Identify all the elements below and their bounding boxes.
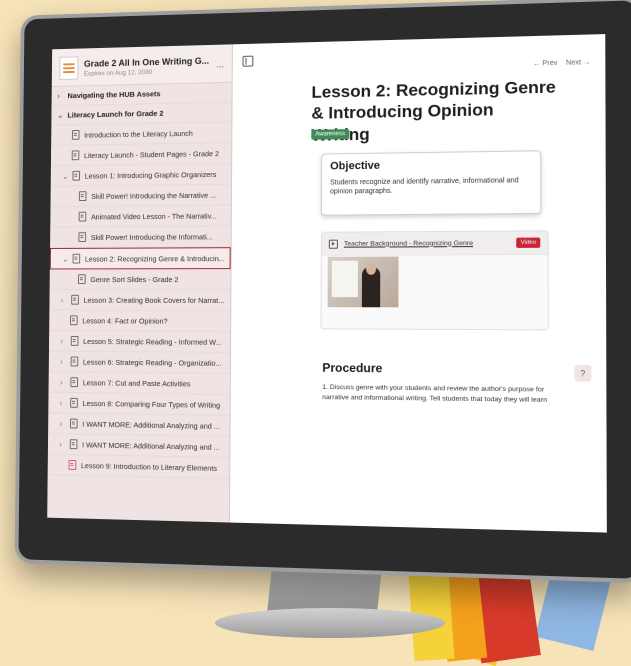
document-icon: [78, 232, 87, 243]
chevron-right-icon: ›: [60, 357, 63, 366]
document-icon: [70, 356, 79, 367]
document-icon: [78, 211, 87, 222]
document-icon: [70, 335, 79, 346]
sidebar-item[interactable]: Skill Power! Introducing the Narrative .…: [50, 184, 232, 208]
sidebar-item-label: Lesson 2: Recognizing Genre & Introducin…: [84, 253, 225, 264]
main-content: ← Prev Next → Lesson 2: Recognizing Genr…: [229, 34, 607, 533]
sidebar-item-lesson-9[interactable]: Lesson 9: Introduction to Literary Eleme…: [47, 454, 230, 480]
document-icon: [70, 377, 79, 388]
document-icon: [69, 418, 78, 429]
document-icon: [68, 459, 77, 470]
sidebar-item-label: I WANT MORE: Additional Analyzing and ..…: [82, 439, 220, 452]
whiteboard-graphic: [331, 260, 358, 298]
chevron-right-icon: ›: [60, 295, 64, 305]
course-thumbnail: [59, 56, 79, 81]
monitor-stand-base: [215, 608, 445, 638]
sidebar-item-lesson-7[interactable]: › Lesson 7: Cut and Paste Activities: [48, 372, 230, 395]
sidebar-item-label: Lesson 1: Introducing Graphic Organizers: [84, 169, 217, 181]
prev-button[interactable]: ← Prev: [533, 60, 557, 68]
video-badge: Video: [516, 237, 541, 248]
presenter-face-graphic: [366, 262, 377, 275]
chevron-right-icon: ›: [59, 418, 63, 428]
video-thumbnail[interactable]: [327, 256, 399, 308]
sidebar-item-label: Animated Video Lesson - The Narrativ...: [90, 211, 217, 221]
chevron-right-icon: ›: [59, 398, 63, 408]
document-icon: [78, 191, 87, 202]
document-icon: [72, 253, 81, 264]
chevron-right-icon: ›: [59, 439, 62, 449]
sidebar-item-label: Skill Power! Introducing the Informati..…: [90, 231, 213, 242]
chevron-right-icon: ›: [60, 336, 63, 346]
sidebar-item[interactable]: Animated Video Lesson - The Narrativ...: [50, 205, 231, 228]
sidebar-item[interactable]: Genre Sort Slides - Grade 2: [49, 269, 231, 290]
document-icon: [69, 439, 78, 450]
sidebar-item-label: Lesson 5: Strategic Reading - Informed W…: [83, 336, 222, 347]
help-icon: ?: [580, 368, 586, 378]
collapse-sidebar-icon[interactable]: [242, 55, 254, 67]
sidebar-section-label: Literacy Launch for Grade 2: [67, 108, 164, 120]
screen: Grade 2 All In One Writing G... Expires …: [47, 34, 607, 533]
sidebar-section-label: Navigating the HUB Assets: [67, 89, 161, 101]
sidebar-item-lesson-3[interactable]: › Lesson 3: Creating Book Covers for Nar…: [49, 289, 231, 311]
sidebar-item-label: Skill Power! Introducing the Narrative .…: [91, 190, 217, 201]
sidebar-item-label: I WANT MORE: Additional Analyzing and ..…: [82, 419, 220, 431]
objective-text: Students recognize and identify narrativ…: [330, 177, 519, 196]
sidebar-item-label: Lesson 8: Comparing Four Types of Writin…: [82, 398, 221, 410]
help-button[interactable]: ?: [574, 364, 592, 382]
sidebar-item[interactable]: Literacy Launch - Student Pages - Grade …: [50, 143, 232, 167]
document-icon: [70, 397, 78, 408]
course-expiry: Expires on Aug 12, 2030: [83, 68, 153, 78]
sidebar-item-lesson-8[interactable]: › Lesson 8: Comparing Four Types of Writ…: [48, 392, 230, 416]
document-icon: [71, 129, 80, 140]
sidebar-item-lesson-4[interactable]: Lesson 4: Fact or Opinion?: [49, 310, 231, 332]
video-card[interactable]: Teacher Background - Recognizing Genre V…: [320, 230, 549, 331]
status-badge: Awareness: [311, 129, 349, 140]
sidebar-item[interactable]: Introduction to the Literacy Launch: [51, 122, 232, 146]
video-link[interactable]: Teacher Background - Recognizing Genre: [344, 239, 473, 247]
video-icon: [328, 239, 338, 249]
sidebar-item-label: Lesson 3: Creating Book Covers for Narra…: [83, 295, 225, 305]
sidebar-item-label: Lesson 6: Strategic Reading - Organizati…: [82, 357, 222, 368]
next-button[interactable]: Next →: [566, 59, 591, 67]
sidebar-item-label: Lesson 7: Cut and Paste Activities: [82, 377, 191, 388]
sidebar-item-label: Literacy Launch - Student Pages - Grade …: [83, 148, 220, 160]
sidebar-item-label: Introduction to the Literacy Launch: [84, 128, 193, 140]
chevron-right-icon: ›: [57, 91, 60, 101]
sidebar-item-lesson-6[interactable]: › Lesson 6: Strategic Reading - Organiza…: [48, 351, 231, 374]
chevron-down-icon: ⌄: [62, 171, 69, 181]
video-header: Teacher Background - Recognizing Genre V…: [321, 231, 548, 256]
sidebar-item-label: Lesson 4: Fact or Opinion?: [82, 315, 168, 326]
sidebar-item-label: Lesson 9: Introduction to Literary Eleme…: [80, 460, 218, 473]
chevron-down-icon: ⌄: [57, 110, 64, 120]
objective-heading: Objective: [330, 159, 381, 173]
objective-card: Objective Students recognize and identif…: [320, 150, 542, 216]
sidebar-item-lesson-1[interactable]: ⌄ Lesson 1: Introducing Graphic Organize…: [50, 163, 232, 187]
sidebar-item[interactable]: Skill Power! Introducing the Informati..…: [50, 226, 231, 249]
sidebar-item-label: Genre Sort Slides - Grade 2: [90, 274, 179, 284]
chevron-down-icon: ⌄: [62, 254, 69, 264]
sidebar-item-lesson-2-active[interactable]: ⌄ Lesson 2: Recognizing Genre & Introduc…: [49, 247, 231, 270]
sidebar: Grade 2 All In One Writing G... Expires …: [47, 44, 233, 523]
document-icon: [78, 274, 86, 285]
course-info: Grade 2 All In One Writing G... Expires …: [84, 55, 209, 77]
chevron-right-icon: ›: [59, 377, 63, 387]
sidebar-item-lesson-5[interactable]: › Lesson 5: Strategic Reading - Informed…: [48, 330, 231, 353]
course-title: Grade 2 All In One Writing G...: [83, 55, 210, 69]
procedure-heading: Procedure: [322, 360, 383, 376]
document-icon: [72, 170, 81, 181]
monitor: Grade 2 All In One Writing G... Expires …: [14, 0, 631, 584]
pager: ← Prev Next →: [533, 59, 590, 68]
more-options-icon[interactable]: ...: [217, 59, 224, 69]
course-header[interactable]: Grade 2 All In One Writing G... Expires …: [51, 44, 232, 87]
document-icon: [71, 150, 80, 161]
document-icon: [70, 315, 78, 326]
procedure-text: 1. Discuss genre with your students and …: [322, 383, 548, 404]
document-icon: [71, 294, 79, 305]
